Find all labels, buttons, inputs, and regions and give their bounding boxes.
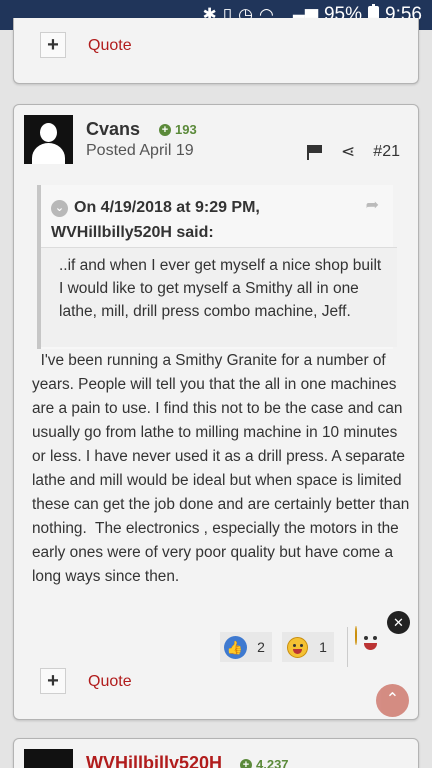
post-author[interactable]: WVHillbilly520H: [86, 753, 222, 768]
forum-post: Cvans + 193 Posted April 19 ⋖ #21 ⌄ On 4/…: [13, 104, 419, 720]
avatar[interactable]: [24, 115, 73, 164]
quote-header: ⌄ On 4/19/2018 at 9:29 PM, WVHillbilly520…: [51, 195, 381, 245]
reaction-count: 2: [257, 639, 265, 655]
quote-link[interactable]: Quote: [88, 37, 132, 55]
reputation-badge: + 4,237: [240, 757, 289, 768]
avatar-head: [40, 123, 57, 142]
plus-circle-icon: +: [240, 758, 252, 768]
post-content: I've been running a Smithy Granite for a…: [32, 352, 414, 585]
quote-body: ..if and when I ever get myself a nice s…: [41, 247, 397, 347]
post-author[interactable]: Cvans: [86, 119, 140, 140]
quote-header-line1: On 4/19/2018 at 9:29 PM,: [74, 199, 260, 216]
share-icon[interactable]: ⋖: [341, 142, 355, 162]
previous-post-footer: + Quote: [13, 18, 419, 84]
post-number[interactable]: #21: [373, 143, 400, 161]
thumbs-up-icon: 👍: [223, 635, 247, 659]
post-tools: ⋖ #21: [307, 142, 400, 162]
reaction-like[interactable]: 👍 2: [220, 632, 272, 662]
quote-header-line2: WVHillbilly520H said:: [51, 224, 214, 241]
add-reaction-button[interactable]: [355, 626, 389, 661]
laughing-smiley-icon: [286, 636, 308, 658]
reaction-haha[interactable]: 1: [282, 632, 334, 662]
plus-circle-icon: +: [159, 123, 171, 136]
post-date[interactable]: Posted April 19: [86, 142, 194, 160]
quote-link[interactable]: Quote: [88, 673, 132, 691]
reputation-badge: + 193: [159, 122, 197, 137]
avatar[interactable]: [24, 749, 73, 768]
reaction-count: 1: [319, 639, 327, 655]
multiquote-add-button[interactable]: +: [40, 668, 66, 694]
quote-block: ⌄ On 4/19/2018 at 9:29 PM, WVHillbilly520…: [37, 185, 397, 349]
reputation-count: 193: [175, 122, 197, 137]
multiquote-add-button[interactable]: +: [40, 32, 66, 58]
reputation-count: 4,237: [256, 757, 289, 768]
next-forum-post: WVHillbilly520H + 4,237: [13, 738, 419, 768]
reactions-bar: 👍 2 1: [220, 632, 344, 662]
close-icon[interactable]: ✕: [387, 611, 410, 634]
avatar-body: [32, 143, 65, 164]
scroll-to-top-button[interactable]: ⌃: [376, 684, 409, 717]
go-to-quoted-post-icon[interactable]: ➦: [366, 195, 379, 215]
flag-icon[interactable]: [307, 145, 323, 160]
divider: [347, 627, 348, 667]
laughing-smiley-icon: [355, 626, 357, 645]
chevron-down-icon[interactable]: ⌄: [51, 200, 68, 217]
